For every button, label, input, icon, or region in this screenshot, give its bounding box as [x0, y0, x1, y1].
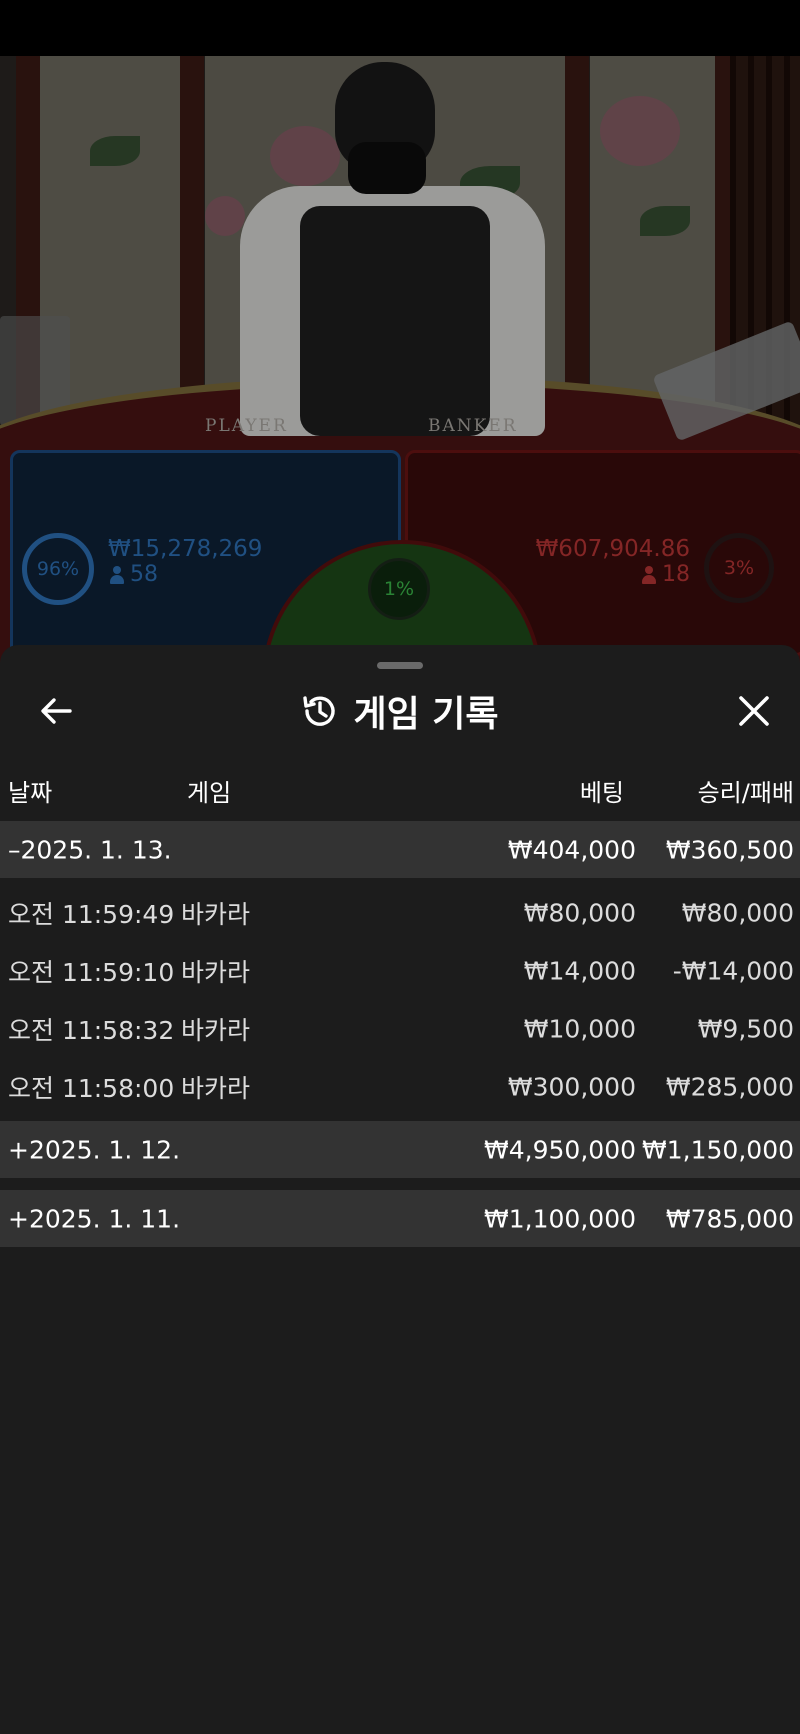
row-win-loss: -₩14,000 — [672, 956, 794, 986]
row-game: 바카라 — [181, 958, 251, 987]
group-win-loss-total: ₩1,150,000 — [642, 1135, 794, 1164]
row-bet: ₩10,000 — [523, 1014, 636, 1044]
row-time: 오전 11:58:00 — [8, 1074, 175, 1103]
sheet-header: 게임 기록 — [0, 683, 800, 739]
row-bet: ₩14,000 — [523, 956, 636, 986]
group-bet-total: ₩404,000 — [507, 835, 636, 864]
row-win-loss: ₩285,000 — [665, 1072, 794, 1102]
column-header-bet: 베팅 — [579, 779, 624, 807]
row-win-loss: ₩9,500 — [697, 1014, 794, 1044]
group-win-loss-total: ₩360,500 — [665, 835, 794, 864]
column-header-date: 날짜 — [8, 779, 53, 807]
date-group-row[interactable]: +2025. 1. 11. ₩1,100,000 ₩785,000 — [0, 1190, 800, 1247]
sheet-title: 게임 기록 — [353, 694, 499, 735]
row-time: 오전 11:59:49 — [8, 900, 175, 929]
history-row[interactable]: 오전 11:58:00 바카라 ₩300,000 ₩285,000 — [0, 1058, 800, 1116]
row-bet: ₩80,000 — [523, 898, 636, 928]
history-icon — [303, 696, 336, 726]
row-game: 바카라 — [181, 1016, 251, 1045]
video-dim-overlay — [0, 56, 800, 676]
row-game: 바카라 — [181, 900, 251, 929]
row-time: 오전 11:59:10 — [8, 958, 175, 987]
history-table-header: 날짜 게임 베팅 승리/패배 — [0, 773, 800, 813]
date-group-row[interactable]: –2025. 1. 13. ₩404,000 ₩360,500 — [0, 821, 800, 878]
drag-handle[interactable] — [377, 662, 423, 669]
group-date: +2025. 1. 11. — [8, 1204, 181, 1233]
row-game: 바카라 — [181, 1074, 251, 1103]
group-win-loss-total: ₩785,000 — [665, 1204, 794, 1233]
column-header-win-loss: 승리/패배 — [697, 779, 794, 807]
row-win-loss: ₩80,000 — [681, 898, 794, 928]
history-row[interactable]: 오전 11:58:32 바카라 ₩10,000 ₩9,500 — [0, 1000, 800, 1058]
row-time: 오전 11:58:32 — [8, 1016, 175, 1045]
history-row[interactable]: 오전 11:59:10 바카라 ₩14,000 -₩14,000 — [0, 942, 800, 1000]
column-header-game: 게임 — [187, 779, 232, 807]
close-icon — [739, 696, 769, 726]
group-bet-total: ₩4,950,000 — [484, 1135, 636, 1164]
row-bet: ₩300,000 — [507, 1072, 636, 1102]
game-history-sheet: 게임 기록 날짜 게임 베팅 승리/패배 –2025. 1. 13. ₩404,… — [0, 645, 800, 1734]
date-group-row[interactable]: +2025. 1. 12. ₩4,950,000 ₩1,150,000 — [0, 1121, 800, 1178]
group-bet-total: ₩1,100,000 — [484, 1204, 636, 1233]
history-row[interactable]: 오전 11:59:49 바카라 ₩80,000 ₩80,000 — [0, 884, 800, 942]
top-status-bar — [0, 0, 800, 56]
close-button[interactable] — [724, 681, 784, 741]
group-date: +2025. 1. 12. — [8, 1135, 181, 1164]
group-date: –2025. 1. 13. — [8, 835, 172, 864]
